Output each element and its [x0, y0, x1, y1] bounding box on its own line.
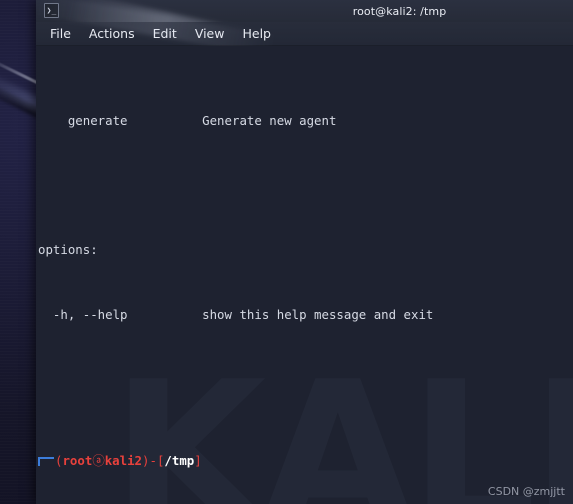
help-generate-command: generate: [38, 112, 128, 128]
terminal-line: options:: [38, 242, 573, 258]
prompt-dash: -: [149, 453, 157, 468]
menu-bar: File Actions Edit View Help: [35, 0, 573, 57]
menu-item-file[interactable]: File: [41, 24, 80, 43]
menu-item-edit[interactable]: Edit: [144, 24, 186, 43]
terminal-line: generate Generate new agent: [38, 113, 573, 129]
window-title: root@kali2: /tmp: [352, 4, 447, 18]
terminal-body[interactable]: KALI generate Generate new agent options…: [36, 46, 573, 504]
help-spacer: [128, 307, 203, 322]
help-flag-description: show this help message and exit: [202, 307, 434, 323]
terminal-line: -h, --help show this help message and ex…: [38, 307, 573, 323]
help-flag: -h, --help: [38, 307, 128, 323]
help-spacer: [128, 113, 203, 128]
menu-item-help[interactable]: Help: [233, 24, 280, 43]
terminal-window: ❯_ root@kali2: /tmp File Actions Edit Vi…: [35, 0, 573, 504]
prompt-user: root: [62, 453, 93, 468]
kali-prompt-line-1: (rootⓐkali2)-[/tmp]: [38, 453, 573, 469]
menu-item-actions[interactable]: Actions: [80, 24, 144, 43]
prompt-box-corner-top-icon: [38, 457, 54, 466]
help-generate-description: Generate new agent: [202, 112, 337, 128]
prompt-host: kali2: [104, 453, 143, 468]
prompt-at-icon: ⓐ: [92, 453, 105, 468]
terminal-output: generate Generate new agent options: -h,…: [36, 46, 573, 504]
prompt-path: /tmp: [164, 453, 195, 468]
desktop: ❯_ root@kali2: /tmp File Actions Edit Vi…: [0, 0, 573, 504]
menu-item-view[interactable]: View: [186, 24, 234, 43]
prompt-close-bracket: ]: [194, 453, 202, 468]
title-bar[interactable]: ❯_ root@kali2: /tmp: [36, 0, 573, 63]
help-options-header: options:: [38, 242, 98, 258]
